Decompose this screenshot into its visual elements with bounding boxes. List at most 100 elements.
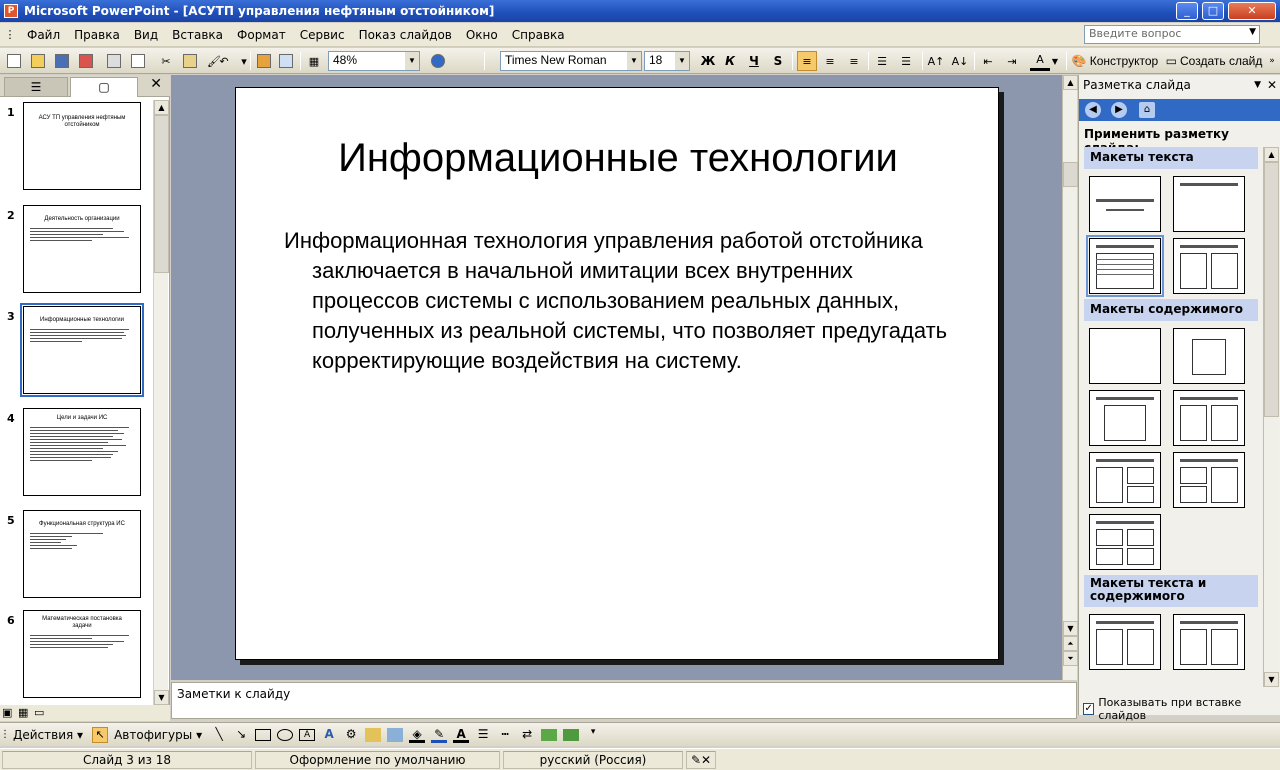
italic-button[interactable]: К — [720, 51, 740, 71]
menu-edit[interactable]: Правка — [67, 25, 127, 45]
permission-icon[interactable] — [76, 51, 96, 71]
maximize-button[interactable]: □ — [1202, 2, 1224, 20]
slide-thumbnail[interactable]: Деятельность организации — [23, 205, 141, 293]
help-icon[interactable] — [428, 51, 448, 71]
font-size-select[interactable]: 18 ▼ — [644, 51, 690, 71]
save-icon[interactable] — [52, 51, 72, 71]
toolbar-options-icon[interactable]: ▾ — [585, 727, 601, 743]
notes-field[interactable]: Заметки к слайду — [171, 682, 1077, 719]
arrow-style-icon[interactable]: ⇄ — [519, 727, 535, 743]
layout-two-column-text[interactable] — [1172, 238, 1245, 294]
layout-title-two-content-two[interactable] — [1172, 452, 1245, 508]
checkbox-checked-icon[interactable]: ✓ — [1083, 703, 1095, 715]
insert-table-icon[interactable] — [276, 51, 296, 71]
undo-icon[interactable]: ↶ — [214, 51, 234, 71]
undo-dropdown-icon[interactable]: ▾ — [234, 51, 254, 71]
new-icon[interactable] — [4, 51, 24, 71]
menu-tools[interactable]: Сервис — [293, 25, 352, 45]
insert-chart-icon[interactable] — [254, 51, 274, 71]
previous-slide-icon[interactable]: ⏶ — [1063, 636, 1078, 651]
layout-title-two-content[interactable] — [1172, 390, 1245, 446]
scroll-thumb[interactable] — [1063, 162, 1078, 187]
increase-indent-icon[interactable]: ⇥ — [1002, 51, 1022, 71]
tab-outline[interactable]: ☰ — [4, 77, 68, 97]
actions-menu[interactable]: Действия ▾ — [10, 728, 86, 742]
normal-view-icon[interactable]: ▣ — [2, 706, 12, 719]
scroll-down-icon[interactable]: ▼ — [154, 690, 169, 705]
shadow-style-icon[interactable] — [541, 728, 558, 741]
close-button[interactable]: ✕ — [1228, 2, 1276, 20]
scroll-up-icon[interactable]: ▲ — [154, 100, 169, 115]
bold-button[interactable]: Ж — [698, 51, 718, 71]
line-color-icon[interactable]: ✎ — [431, 727, 448, 743]
autoshapes-menu[interactable]: Автофигуры ▾ — [111, 728, 205, 742]
close-icon[interactable]: ✕ — [150, 76, 162, 92]
slide-thumbnail-selected[interactable]: Информационные технологии — [20, 303, 144, 397]
next-slide-icon[interactable]: ⏷ — [1063, 651, 1078, 666]
menu-file[interactable]: Файл — [20, 25, 67, 45]
bullets-icon[interactable]: ☰ — [896, 51, 916, 71]
cut-icon[interactable]: ✂ — [156, 51, 176, 71]
underline-button[interactable]: Ч — [744, 51, 764, 71]
zoom-select[interactable]: 48% ▼ — [328, 51, 420, 71]
menu-format[interactable]: Формат — [230, 25, 293, 45]
task-pane-scrollbar[interactable]: ▲ ▼ — [1263, 147, 1279, 687]
decrease-font-icon[interactable]: A↓ — [950, 51, 970, 71]
font-color-draw-icon[interactable]: A — [453, 727, 470, 743]
clipart-icon[interactable] — [365, 727, 382, 742]
layout-title-only[interactable] — [1172, 176, 1245, 232]
new-slide-button[interactable]: ▭ Создать слайд — [1164, 51, 1264, 71]
scroll-up-icon[interactable]: ▲ — [1063, 75, 1078, 90]
chevron-down-icon[interactable]: ▼ — [1254, 80, 1261, 90]
layout-title-and-text[interactable] — [1086, 235, 1164, 297]
toolbar-options-icon[interactable]: » — [1266, 51, 1278, 71]
dash-style-icon[interactable]: ┅ — [497, 727, 513, 743]
align-left-icon[interactable]: ≡ — [797, 51, 817, 71]
print-icon[interactable] — [104, 51, 124, 71]
slide-canvas[interactable]: Информационные технологии Информационная… — [235, 87, 999, 660]
3d-style-icon[interactable] — [563, 728, 580, 741]
sorter-view-icon[interactable]: ▦ — [18, 706, 28, 719]
layout-content[interactable] — [1172, 328, 1245, 384]
font-color-icon[interactable]: A — [1030, 51, 1050, 71]
help-search-input[interactable]: Введите вопрос ▼ — [1084, 25, 1260, 44]
font-color-dropdown-icon[interactable]: ▼ — [1050, 51, 1060, 71]
arrow-icon[interactable]: ↘ — [233, 727, 249, 743]
line-icon[interactable]: ╲ — [211, 727, 227, 743]
diagram-icon[interactable]: ⚙ — [343, 727, 359, 743]
menu-window[interactable]: Окно — [459, 25, 505, 45]
layout-title-slide[interactable] — [1089, 176, 1161, 232]
scroll-thumb[interactable] — [154, 115, 169, 273]
menu-insert[interactable]: Вставка — [165, 25, 230, 45]
oval-icon[interactable] — [277, 728, 294, 741]
select-cursor-icon[interactable]: ↖ — [92, 726, 109, 743]
align-right-icon[interactable]: ≡ — [844, 51, 864, 71]
wordart-icon[interactable]: A — [321, 727, 337, 743]
numbering-icon[interactable]: ☰ — [872, 51, 892, 71]
slide-thumbnail[interactable]: Функциональная структура ИС — [23, 510, 141, 598]
slide-title[interactable]: Информационные технологии — [236, 136, 1000, 181]
close-icon[interactable]: ✕ — [1267, 78, 1277, 92]
forward-icon[interactable]: ▶ — [1111, 102, 1127, 118]
paste-icon[interactable] — [180, 51, 200, 71]
font-select[interactable]: Times New Roman ▼ — [500, 51, 642, 71]
slide-thumbnail[interactable]: Математическая постановка задачи — [23, 610, 141, 698]
slide-body-text[interactable]: Информационная технология управления раб… — [284, 226, 954, 376]
minimize-button[interactable]: _ — [1176, 2, 1198, 20]
layout-title-text-content[interactable] — [1089, 614, 1161, 670]
increase-font-icon[interactable]: A↑ — [926, 51, 946, 71]
layout-blank[interactable] — [1089, 328, 1161, 384]
grid-icon[interactable]: ▦ — [304, 51, 324, 71]
rectangle-icon[interactable] — [255, 728, 272, 741]
scroll-down-icon[interactable]: ▼ — [1264, 672, 1279, 687]
slide-thumbnail[interactable]: Цели и задачи ИС — [23, 408, 141, 496]
layout-title-four-content[interactable] — [1089, 514, 1161, 570]
align-center-icon[interactable]: ≡ — [820, 51, 840, 71]
show-on-insert-checkbox[interactable]: ✓ Показывать при вставке слайдов — [1083, 696, 1280, 722]
back-icon[interactable]: ◀ — [1085, 102, 1101, 118]
menu-help[interactable]: Справка — [505, 25, 572, 45]
spelling-icon[interactable]: ✎✕ — [686, 751, 716, 769]
scroll-thumb[interactable] — [1264, 162, 1279, 417]
menu-view[interactable]: Вид — [127, 25, 165, 45]
fill-color-icon[interactable]: ◈ — [409, 727, 426, 743]
